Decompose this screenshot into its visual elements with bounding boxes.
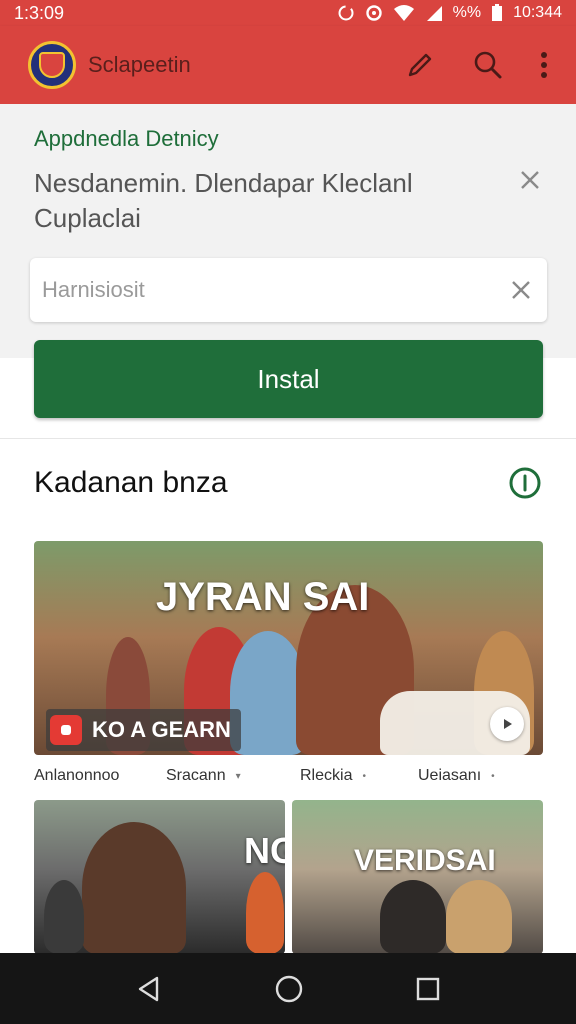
status-time-left: 1:3:09 — [14, 2, 65, 23]
system-nav-bar — [0, 953, 576, 1024]
filter-item[interactable]: Anlanonnoo — [34, 767, 166, 785]
info-icon[interactable] — [508, 466, 542, 500]
battery-icon — [492, 4, 503, 21]
person-image — [230, 631, 306, 755]
featured-label-text: KO A GEARN — [92, 717, 231, 742]
play-button[interactable] — [490, 707, 524, 741]
close-icon — [521, 171, 539, 189]
banner-message: Nesdanemin. Dlendapar Kleclanl Cuplaclai — [34, 168, 413, 233]
video-thumbnail[interactable]: VERIDSAI — [292, 800, 543, 954]
more-icon[interactable] — [540, 51, 548, 79]
app-title: Sclapeetin — [88, 52, 191, 77]
thumbnail-overlay-title: NG — [244, 830, 285, 871]
battery-label: %% — [452, 4, 482, 21]
edit-icon[interactable] — [404, 49, 436, 81]
person-image — [246, 872, 284, 954]
notification-icon — [365, 5, 382, 21]
featured-overlay-title: JYRAN SAI — [156, 575, 370, 619]
name-input[interactable] — [42, 277, 507, 303]
recents-icon[interactable] — [415, 976, 441, 1002]
filter-item[interactable]: Rleckia • — [300, 767, 418, 785]
back-icon[interactable] — [135, 975, 163, 1003]
status-time-right: 10:344 — [513, 4, 562, 21]
video-thumbnail[interactable]: NG — [34, 800, 285, 954]
signal-icon — [426, 6, 442, 21]
app-badge-icon — [50, 715, 82, 745]
filter-item[interactable]: Sracann ▾ — [166, 767, 300, 785]
status-icons: %% 10:344 — [337, 4, 562, 22]
section-title: Kadanan bnza — [34, 466, 228, 499]
play-icon — [504, 719, 512, 729]
featured-card[interactable]: JYRAN SAI KO A GEARN — [34, 541, 543, 755]
featured-label: KO A GEARN — [46, 709, 241, 751]
banner-close-button[interactable] — [516, 166, 544, 194]
person-image — [44, 880, 84, 954]
banner-title: Appdnedla Detnicy — [34, 126, 219, 151]
divider — [0, 438, 576, 439]
chevron-down-icon: ▾ — [235, 770, 241, 782]
app-logo[interactable] — [28, 41, 76, 89]
filter-item[interactable]: Ueiasanı • — [418, 767, 543, 785]
home-icon[interactable] — [274, 974, 304, 1004]
wifi-icon — [393, 5, 414, 21]
search-field[interactable] — [30, 258, 547, 322]
app-bar: Sclapeetin — [0, 26, 576, 104]
thumbnail-overlay-title: VERIDSAI — [354, 844, 496, 877]
dot-icon: • — [491, 770, 495, 782]
filter-row: Anlanonnoo Sracann ▾ Rleckia • Ueiasanı • — [34, 764, 543, 788]
status-bar: 1:3:09 %% 10:344 — [0, 0, 576, 26]
person-image — [446, 880, 512, 954]
person-image — [82, 822, 186, 954]
install-button[interactable]: Instal — [34, 340, 543, 418]
search-icon[interactable] — [472, 49, 504, 81]
close-icon — [512, 281, 530, 299]
person-image — [380, 880, 446, 954]
app-actions — [404, 49, 548, 81]
sync-icon — [338, 5, 354, 21]
input-clear-button[interactable] — [507, 276, 535, 304]
crest-icon — [39, 52, 65, 78]
dot-icon: • — [362, 770, 366, 782]
